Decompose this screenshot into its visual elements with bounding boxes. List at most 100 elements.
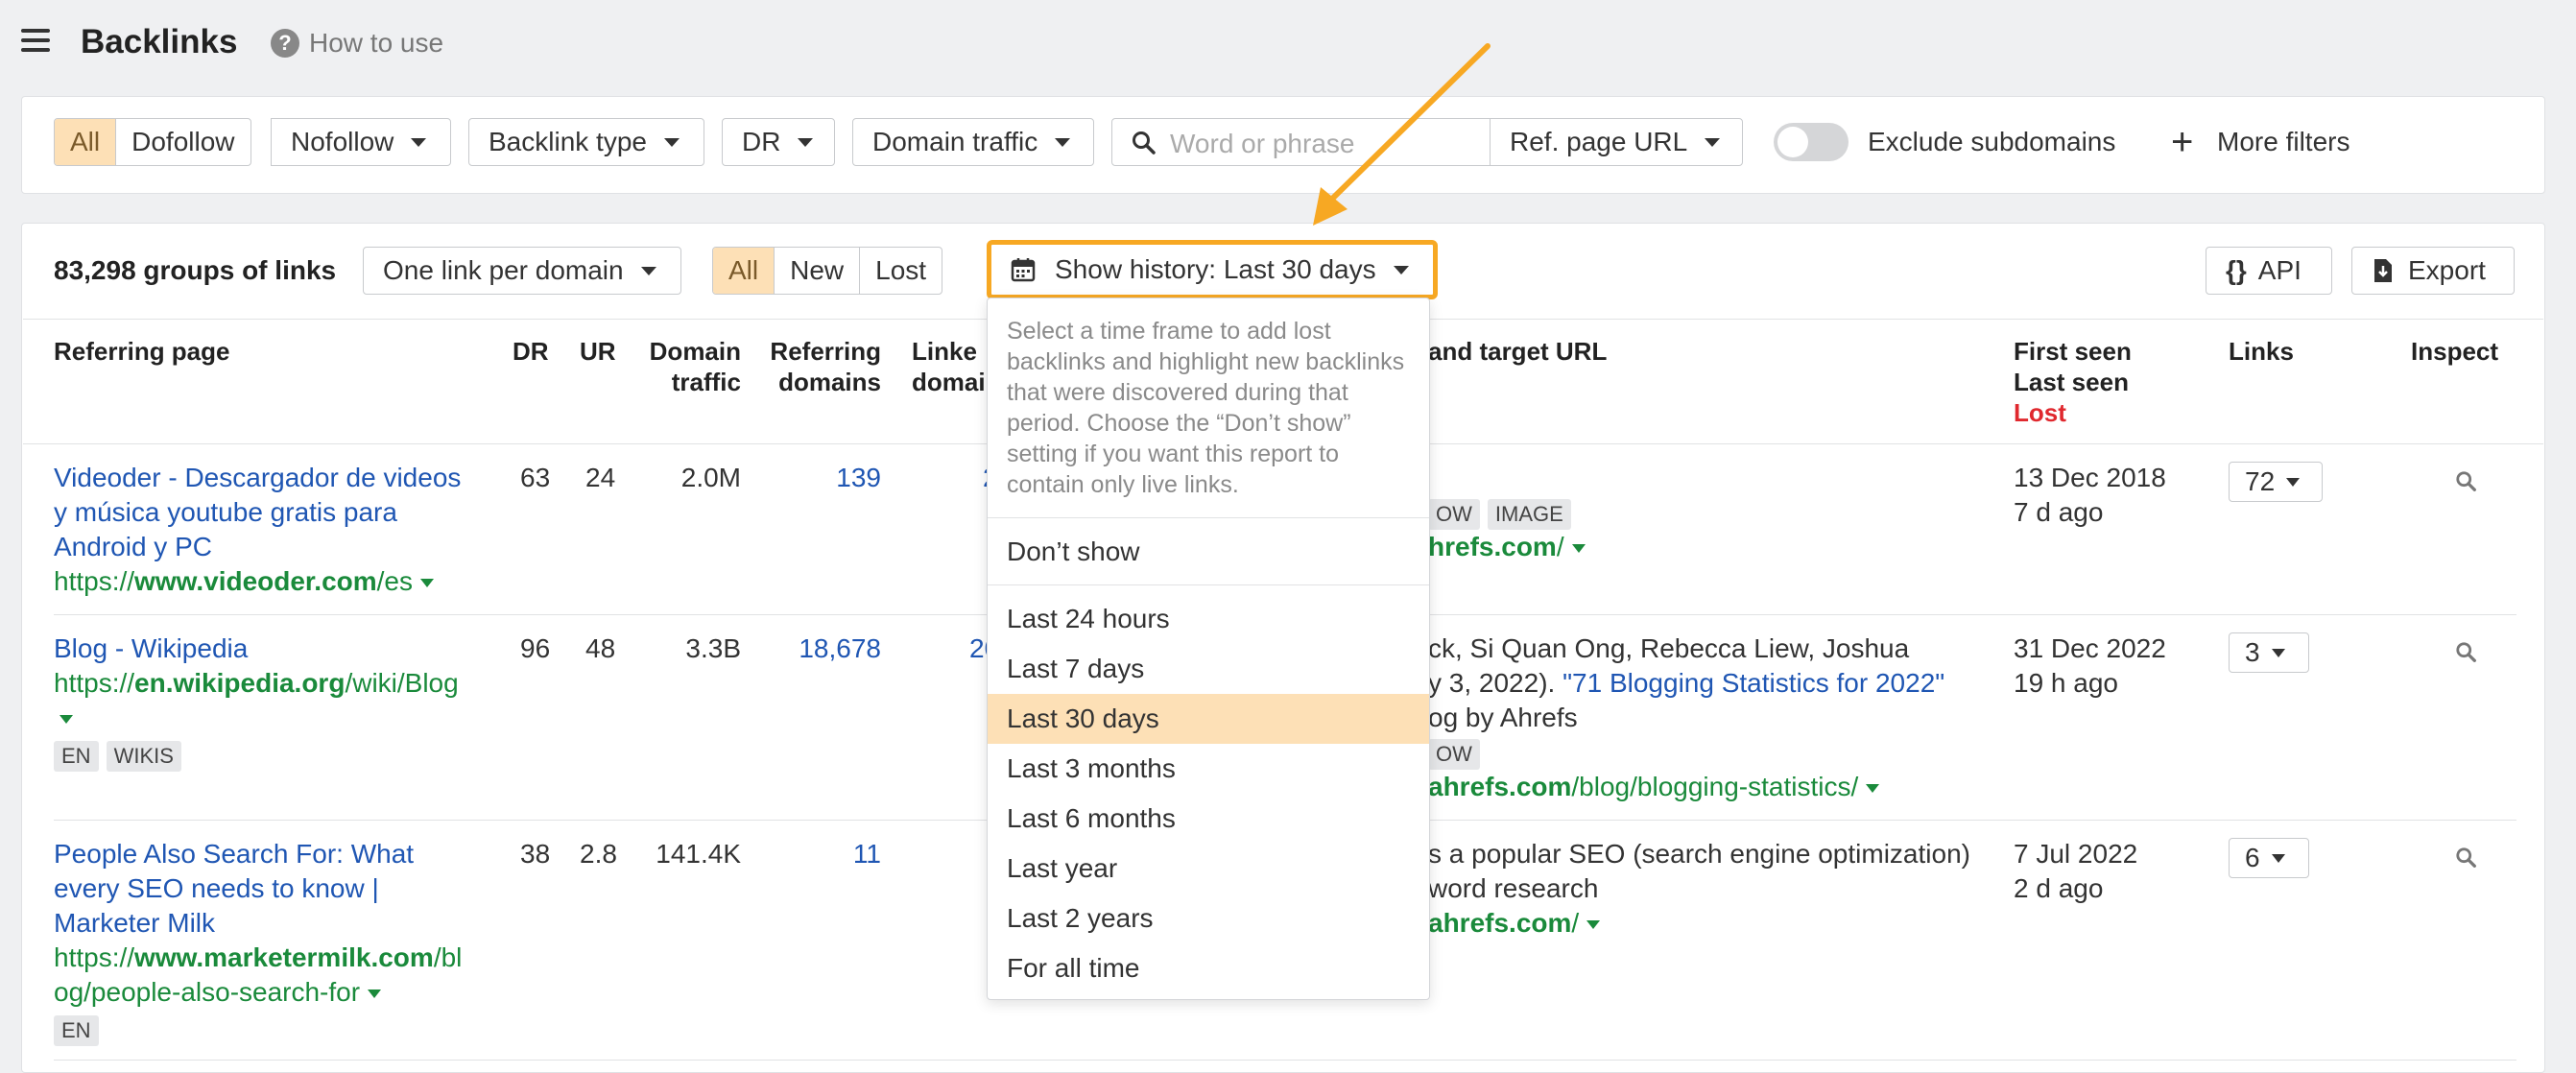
- chevron-down-icon: [2271, 853, 2285, 863]
- option-last-2-years[interactable]: Last 2 years: [988, 894, 1429, 943]
- nofollow-dropdown[interactable]: Nofollow: [271, 118, 451, 166]
- domain-traffic-label: Domain traffic: [872, 127, 1038, 156]
- target-url[interactable]: hrefs.com/: [1428, 530, 1586, 564]
- how-to-use-link[interactable]: How to use: [309, 28, 443, 59]
- header-domain-traffic[interactable]: Domain traffic: [614, 336, 741, 397]
- inspect-icon[interactable]: [2455, 641, 2478, 664]
- anchor-link[interactable]: "71 Blogging Statistics for 2022": [1562, 668, 1944, 698]
- header-domain-traffic-line2: traffic: [671, 368, 741, 396]
- referring-page-url[interactable]: https://www.videoder.com/es: [54, 564, 476, 599]
- chevron-down-icon[interactable]: [1571, 544, 1586, 554]
- tag: IMAGE: [1487, 499, 1571, 530]
- links-dropdown[interactable]: 3: [2229, 632, 2309, 673]
- more-filters-button[interactable]: More filters: [2217, 127, 2349, 157]
- exclude-subdomains-toggle[interactable]: [1774, 123, 1849, 161]
- history-description: Select a time frame to add lost backlink…: [1007, 318, 1405, 498]
- ref-page-url-dropdown[interactable]: Ref. page URL: [1490, 118, 1743, 166]
- ref-domains-value[interactable]: 18,678: [758, 632, 881, 666]
- target-url[interactable]: ahrefs.com/blog/blogging-statistics/: [1428, 770, 1966, 804]
- help-icon[interactable]: ?: [271, 29, 299, 58]
- header-referring-domains[interactable]: Referring domains: [758, 336, 881, 397]
- url-path[interactable]: og/people-also-search-for: [54, 977, 360, 1007]
- anchor-text: s a popular SEO (search engine optimizat…: [1428, 837, 1985, 941]
- backlink-type-dropdown[interactable]: Backlink type: [468, 118, 704, 166]
- option-last-year[interactable]: Last year: [988, 844, 1429, 894]
- export-button[interactable]: Export: [2351, 247, 2515, 295]
- groups-count: 83,298 groups of links: [54, 255, 337, 285]
- tag: EN: [54, 1015, 99, 1046]
- header-anchor-target[interactable]: and target URL: [1428, 336, 1607, 367]
- inspect-icon[interactable]: [2455, 470, 2478, 493]
- title-line: People Also Search For: What: [54, 839, 415, 869]
- option-last-30-days[interactable]: Last 30 days: [988, 694, 1429, 744]
- referring-page-title[interactable]: Blog - Wikipedia: [54, 632, 476, 666]
- api-button[interactable]: {} API: [2206, 247, 2332, 295]
- option-last-24-hours[interactable]: Last 24 hours: [988, 594, 1429, 644]
- target-url[interactable]: ahrefs.com/: [1428, 906, 1985, 941]
- chevron-down-icon[interactable]: [60, 715, 73, 725]
- option-last-6-months[interactable]: Last 6 months: [988, 794, 1429, 844]
- filter-all[interactable]: All: [55, 119, 117, 165]
- filter-dofollow[interactable]: Dofollow: [116, 119, 250, 165]
- anchor-line: og by Ahrefs: [1428, 703, 1578, 732]
- links-count: 3: [2245, 637, 2260, 667]
- title-line: Android y PC: [54, 532, 212, 561]
- ref-domains-value[interactable]: 11: [758, 837, 881, 871]
- header-linked-domains-line2: domai: [912, 368, 986, 396]
- search-icon: [1133, 131, 1156, 155]
- grouping-dropdown[interactable]: One link per domain: [363, 247, 681, 295]
- header-seen[interactable]: First seen Last seen Lost: [2014, 336, 2132, 428]
- option-dont-show[interactable]: Don’t show: [988, 527, 1429, 577]
- show-history-label: Show history: Last 30 days: [1055, 254, 1376, 284]
- domain-traffic-dropdown[interactable]: Domain traffic: [852, 118, 1094, 166]
- target-domain: hrefs.com: [1428, 532, 1557, 561]
- header-ur[interactable]: UR: [580, 336, 616, 367]
- target-domain: ahrefs.com: [1428, 772, 1572, 801]
- last-seen: 2 d ago: [2014, 873, 2104, 903]
- links-dropdown[interactable]: 72: [2229, 462, 2323, 502]
- api-label: API: [2257, 255, 2302, 285]
- menu-icon[interactable]: [21, 29, 50, 52]
- tag: OW: [1428, 499, 1480, 530]
- tab-new[interactable]: New: [775, 248, 861, 294]
- title-line: every SEO needs to know |: [54, 873, 379, 903]
- chevron-down-icon[interactable]: [420, 579, 434, 588]
- option-last-3-months[interactable]: Last 3 months: [988, 744, 1429, 794]
- links-dropdown[interactable]: 6: [2229, 838, 2309, 878]
- url-prefix: https://: [54, 942, 135, 972]
- header-links[interactable]: Links: [2229, 336, 2294, 367]
- history-dropdown-menu: Select a time frame to add lost backlink…: [987, 298, 1430, 1000]
- option-all-time[interactable]: For all time: [988, 943, 1429, 993]
- referring-page-title[interactable]: Videoder - Descargador de videos y música…: [54, 461, 476, 564]
- chevron-down-icon[interactable]: [368, 990, 382, 999]
- tag: WIKIS: [106, 741, 181, 772]
- header-linked-domains[interactable]: Linke domai: [912, 336, 986, 397]
- referring-page-url[interactable]: https://en.wikipedia.org/wiki/Blog: [54, 666, 476, 701]
- referring-page-title[interactable]: People Also Search For: What every SEO ne…: [54, 837, 476, 941]
- chevron-down-icon: [2286, 477, 2301, 487]
- url-domain: en.wikipedia.org: [134, 668, 346, 698]
- plus-icon[interactable]: +: [2171, 119, 2193, 165]
- chevron-down-icon: [1055, 137, 1071, 147]
- inspect-icon[interactable]: [2455, 846, 2478, 870]
- chevron-down-icon[interactable]: [1866, 784, 1880, 794]
- header-referring-domains-line1: Referring: [770, 337, 881, 366]
- chevron-down-icon[interactable]: [1586, 920, 1601, 930]
- target-domain: ahrefs.com: [1428, 908, 1572, 938]
- dr-dropdown[interactable]: DR: [722, 118, 835, 166]
- chevron-down-icon: [411, 137, 427, 147]
- tab-all[interactable]: All: [713, 248, 775, 294]
- chevron-down-icon: [640, 266, 656, 275]
- show-history-button[interactable]: Show history: Last 30 days: [987, 240, 1438, 299]
- url-path: /es: [376, 566, 413, 596]
- header-referring-domains-line2: domains: [778, 368, 881, 396]
- seen-dates: 31 Dec 2022 19 h ago: [2014, 632, 2166, 701]
- tab-lost[interactable]: Lost: [860, 248, 942, 294]
- header-referring-page[interactable]: Referring page: [54, 336, 230, 367]
- url-path: /bl: [433, 942, 463, 972]
- ref-domains-value[interactable]: 139: [758, 461, 881, 495]
- option-last-7-days[interactable]: Last 7 days: [988, 644, 1429, 694]
- header-domain-traffic-line1: Domain: [649, 337, 741, 366]
- header-dr[interactable]: DR: [513, 336, 549, 367]
- referring-page-url[interactable]: https://www.marketermilk.com/bl: [54, 941, 476, 975]
